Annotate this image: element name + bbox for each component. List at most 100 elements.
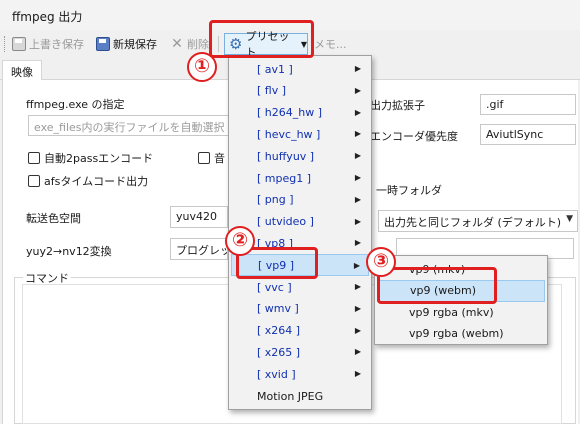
memo-button[interactable]: メモ... (314, 34, 347, 54)
audio-checkbox[interactable]: 音 (198, 150, 225, 166)
toolbar-separator (218, 36, 219, 52)
ext-label: 出力拡張子 (370, 99, 425, 112)
preset-menu-item-label: [ utvideo ] (257, 215, 314, 229)
colorspace-select[interactable]: yuv420 (170, 206, 228, 228)
encoder-priority-select[interactable]: AviutlSync (480, 124, 576, 145)
preset-menu-item[interactable]: [ x264 ] ▶ (231, 320, 369, 342)
preset-menu-item-label: [ x264 ] (257, 324, 301, 338)
title-bar: ffmpeg 出力 (0, 0, 580, 30)
auto-2pass-label: 自動2passエンコード (44, 152, 154, 165)
temp-folder-value: 出力先と同じフォルダ (デフォルト) (384, 216, 562, 229)
preset-menu-item-label: [ huffyuv ] (257, 149, 315, 163)
step3-badge: ③ (366, 247, 396, 277)
submenu-arrow-icon: ▶ (354, 194, 361, 204)
toolbar-grip (4, 36, 6, 52)
preset-menu-item[interactable]: [ h264_hw ] ▶ (231, 102, 369, 124)
encoder-priority-label: エンコーダ優先度 (370, 130, 458, 143)
submenu-arrow-icon: ▶ (354, 282, 361, 291)
step2-badge: ② (225, 226, 255, 256)
preset-menu-item-label: [ vvc ] (257, 280, 292, 294)
preset-menu-item[interactable]: [ x265 ] ▶ (231, 341, 369, 363)
preset-menu-item-label: [ vp9 ] (258, 258, 295, 272)
chevron-down-icon: ▼ (566, 214, 573, 224)
preset-menu-item-label: [ mpeg1 ] (257, 171, 312, 185)
vp9-submenu-item[interactable]: vp9 rgba (webm) (377, 323, 545, 345)
preset-menu-item-label: [ av1 ] (257, 62, 293, 76)
temp-folder-label: 一時フォルダ (376, 184, 442, 197)
preset-menu-item[interactable]: [ mpeg1 ] ▶ (231, 167, 369, 189)
submenu-arrow-icon: ▶ (354, 85, 361, 95)
auto-2pass-checkbox[interactable]: 自動2passエンコード (28, 150, 153, 166)
preset-menu-item-label: [ vp8 ] (257, 236, 294, 250)
preset-menu-item[interactable]: [ vp9 ] ▶ (231, 254, 369, 277)
preset-menu-item-label: [ h264_hw ] (257, 106, 323, 120)
chevron-down-icon: ▼ (300, 39, 307, 49)
memo-label: メモ... (314, 38, 347, 51)
nv12-value: プログレッシ (176, 244, 227, 257)
exe-path-input[interactable]: exe_files内の実行ファイルを自動選択 (28, 115, 238, 136)
audio-label: 音 (214, 152, 225, 165)
submenu-arrow-icon: ▶ (354, 325, 361, 335)
overwrite-save-button[interactable]: 上書き保存 (12, 34, 84, 54)
delete-icon: ✕ (171, 36, 183, 52)
gear-icon: ⚙ (229, 35, 243, 53)
vp9-submenu-item[interactable]: vp9 rgba (mkv) (377, 301, 545, 323)
preset-menu-item[interactable]: [ png ] ▶ (231, 189, 369, 211)
preset-menu-item-label: [ x265 ] (257, 345, 301, 359)
nv12-select[interactable]: プログレッシ (170, 238, 228, 260)
exe-label: ffmpeg.exe の指定 (26, 98, 125, 111)
vp9-submenu: vp9 (mkv) vp9 (webm) vp9 rgba (mkv) vp9 rgb… (374, 255, 548, 345)
temp-folder-select[interactable]: 出力先と同じフォルダ (デフォルト) ▼ (378, 210, 578, 232)
submenu-arrow-icon: ▶ (354, 129, 361, 139)
preset-menu-item[interactable]: [ hevc_hw ] ▶ (231, 123, 369, 145)
submenu-arrow-icon: ▶ (354, 64, 361, 73)
preset-menu-item[interactable]: [ utvideo ] ▶ (231, 211, 369, 233)
vp9-submenu-item-label: vp9 (mkv) (409, 262, 466, 276)
submenu-arrow-icon: ▶ (354, 151, 361, 161)
new-save-label: 新規保存 (113, 38, 157, 51)
new-save-icon (96, 37, 110, 51)
submenu-arrow-icon: ▶ (354, 216, 361, 226)
checkbox-box (28, 152, 40, 164)
new-save-button[interactable]: 新規保存 (96, 34, 157, 54)
overwrite-save-label: 上書き保存 (29, 38, 84, 51)
submenu-arrow-icon: ▶ (354, 173, 361, 182)
ext-input[interactable]: .gif (480, 94, 576, 115)
afs-timecode-label: afsタイムコード出力 (44, 175, 149, 188)
save-icon (12, 37, 26, 51)
preset-menu-item[interactable]: Motion JPEG (231, 385, 369, 407)
checkbox-box (198, 152, 210, 164)
preset-menu-item[interactable]: [ wmv ] ▶ (231, 298, 369, 320)
delete-button[interactable]: ✕ 削除 (170, 34, 209, 54)
preset-menu-item-label: [ flv ] (257, 84, 287, 98)
preset-menu-item[interactable]: [ av1 ] ▶ (231, 58, 369, 80)
vp9-submenu-item-label: vp9 rgba (webm) (409, 327, 504, 340)
submenu-arrow-icon: ▶ (354, 369, 361, 379)
preset-menu-item-label: [ hevc_hw ] (257, 127, 321, 141)
vp9-submenu-item[interactable]: vp9 (webm) (377, 279, 545, 302)
afs-timecode-checkbox[interactable]: afsタイムコード出力 (28, 173, 148, 189)
preset-menu-item[interactable]: [ vvc ] ▶ (231, 276, 369, 298)
preset-menu-item-label: [ xvid ] (257, 367, 296, 381)
submenu-arrow-icon: ▶ (354, 238, 361, 248)
preset-menu-item[interactable]: [ flv ] ▶ (231, 80, 369, 102)
preset-menu-item[interactable]: [ huffyuv ] ▶ (231, 145, 369, 167)
step1-badge: ① (187, 52, 217, 82)
vp9-submenu-item-label: vp9 rgba (mkv) (409, 305, 494, 319)
vp9-submenu-item[interactable]: vp9 (mkv) (377, 258, 545, 280)
preset-menu-item-label: Motion JPEG (257, 389, 324, 403)
tab-video[interactable]: 映像 (2, 60, 42, 81)
preset-button[interactable]: ⚙ プリセット ▼ (224, 30, 308, 59)
colorspace-value: yuv420 (176, 210, 217, 223)
delete-label: 削除 (187, 38, 209, 51)
encoder-priority-value: AviutlSync (486, 128, 544, 141)
vp9-submenu-item-label: vp9 (webm) (410, 284, 477, 297)
preset-menu-item[interactable]: [ xvid ] ▶ (231, 363, 369, 385)
nv12-label: yuy2→nv12変換 (26, 245, 112, 258)
submenu-arrow-icon: ▶ (353, 261, 360, 271)
checkbox-box (28, 175, 40, 187)
window-title: ffmpeg 出力 (12, 10, 83, 24)
preset-menu-item-label: [ png ] (257, 193, 294, 207)
preset-menu-item-label: [ wmv ] (257, 302, 299, 316)
colorspace-label: 転送色空間 (26, 212, 81, 225)
